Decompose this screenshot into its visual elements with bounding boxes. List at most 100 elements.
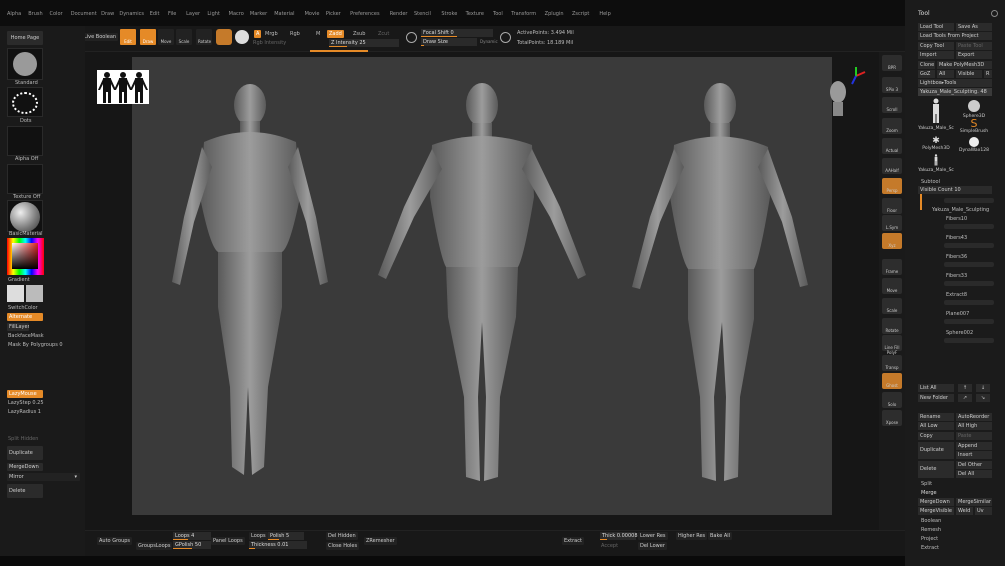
viewport-canvas[interactable]	[132, 57, 832, 515]
copy-tool-button[interactable]: Copy Tool	[918, 42, 954, 50]
visible-count-slider[interactable]: Visible Count 10	[918, 186, 992, 194]
del-hidden-button[interactable]: Del Hidden	[326, 532, 358, 540]
duplicate-subtool-button[interactable]: Duplicate	[918, 442, 954, 459]
shelf-rotate-button[interactable]: Rotate	[882, 318, 902, 334]
menu-marker[interactable]: Marker	[250, 11, 267, 17]
load-tools-from-project-button[interactable]: Load Tools From Project	[918, 32, 992, 40]
shelf-transp-button[interactable]: Transp	[882, 355, 902, 371]
subtool-visibility-toggle[interactable]	[944, 319, 994, 324]
rgb-button[interactable]: Rgb	[290, 31, 300, 37]
all-button[interactable]: All	[937, 70, 954, 78]
menu-document[interactable]: Document	[71, 11, 97, 17]
menu-stencil[interactable]: Stencil	[414, 11, 431, 17]
menu-picker[interactable]: Picker	[326, 11, 341, 17]
paste-subtool-button[interactable]: Paste	[956, 432, 992, 440]
subtool-visibility-toggle[interactable]	[944, 198, 994, 203]
menu-help[interactable]: Help	[599, 11, 610, 17]
export-button[interactable]: Export	[956, 51, 992, 59]
menu-dynamics[interactable]: Dynamics	[119, 11, 144, 17]
alpha-picker[interactable]	[7, 126, 43, 156]
del-other-button[interactable]: Del Other	[956, 461, 992, 469]
panel-loops-button[interactable]: Panel Loops	[211, 537, 245, 545]
menu-color[interactable]: Color	[50, 11, 63, 17]
menu-stroke[interactable]: Stroke	[441, 11, 457, 17]
shelf-frame-button[interactable]: Frame	[882, 259, 902, 275]
shelf-actual-button[interactable]: Actual	[882, 138, 902, 154]
delete-subtool-button[interactable]: Delete	[918, 461, 954, 478]
clone-button[interactable]: Clone	[918, 61, 935, 69]
gpolish-slider[interactable]: GPolish 50	[173, 541, 211, 549]
move-button[interactable]: Move	[158, 29, 174, 45]
extract-section[interactable]: Extract	[921, 545, 939, 551]
shelf-line-fill-polyf-button[interactable]: Line Fill PolyF	[882, 335, 902, 355]
move-up-arrow-icon[interactable]: ↑	[958, 384, 972, 392]
lower-res-button[interactable]: Lower Res	[638, 532, 668, 540]
live-boolean-button[interactable]: Live Boolean	[82, 33, 119, 41]
subtool-visibility-toggle[interactable]	[944, 243, 994, 248]
merge-similar-button[interactable]: MergeSimilar	[956, 498, 992, 506]
menu-zscript[interactable]: Zscript	[572, 11, 589, 17]
insert-button[interactable]: Insert	[956, 451, 992, 459]
lazy-radius-slider[interactable]: LazyRadius 1	[8, 409, 41, 415]
menu-alpha[interactable]: Alpha	[7, 11, 21, 17]
menu-brush[interactable]: Brush	[28, 11, 42, 17]
r-button[interactable]: R	[984, 70, 992, 78]
merge-visible-button[interactable]: MergeVisible	[918, 507, 954, 515]
del-all-button[interactable]: Del All	[956, 470, 992, 478]
menu-movie[interactable]: Movie	[305, 11, 320, 17]
import-button[interactable]: Import	[918, 51, 954, 59]
rgb-intensity-slider[interactable]: Rgb Intensity	[253, 40, 286, 46]
shelf-xyz-button[interactable]: Xyz	[882, 233, 902, 249]
menu-light[interactable]: Light	[207, 11, 219, 17]
menu-file[interactable]: File	[168, 11, 176, 17]
visible-button[interactable]: Visible	[956, 70, 982, 78]
split-hidden-button[interactable]: Split Hidden	[8, 436, 38, 442]
all-high-button[interactable]: All High	[956, 422, 992, 430]
auto-groups-button[interactable]: Auto Groups	[97, 537, 133, 545]
subtool-visibility-toggle[interactable]	[944, 262, 994, 267]
fill-layer-button[interactable]: FillLayer	[7, 323, 29, 331]
color-square[interactable]	[12, 243, 38, 269]
merge-section[interactable]: Merge	[921, 490, 937, 496]
shelf-scale-button[interactable]: Scale	[882, 298, 902, 314]
alternate-button[interactable]: Alternate	[7, 313, 43, 321]
duplicate-button[interactable]: Duplicate	[7, 446, 43, 460]
switch-color-button[interactable]: SwitchColor	[8, 305, 38, 311]
load-tool-button[interactable]: Load Tool	[918, 23, 954, 31]
shelf-zoom-button[interactable]: Zoom	[882, 118, 902, 134]
subtool-row[interactable]: Fibers43	[918, 233, 996, 251]
shelf-move-button[interactable]: Move	[882, 278, 902, 294]
move-down-arrow-icon[interactable]: ↓	[976, 384, 990, 392]
shelf-ghost-button[interactable]: Ghost	[882, 373, 902, 389]
m-button[interactable]: M	[316, 31, 320, 37]
paste-tool-button[interactable]: Paste Tool	[956, 42, 992, 50]
shelf-spix-3-button[interactable]: SPix 3	[882, 77, 902, 93]
color-picker[interactable]	[7, 238, 44, 275]
accept-button[interactable]: Accept	[601, 543, 618, 549]
subtool-visibility-toggle[interactable]	[944, 338, 994, 343]
mrgb-button[interactable]: Mrgb	[265, 31, 278, 37]
draw-button[interactable]: Draw	[140, 29, 156, 45]
subtool-header[interactable]: Subtool	[921, 179, 940, 185]
palette-options-icon[interactable]	[991, 10, 998, 17]
subtool-visibility-toggle[interactable]	[944, 224, 994, 229]
merge-down-button[interactable]: MergeDown	[7, 463, 43, 471]
mirror-dropdown[interactable]: Mirror ▾	[7, 473, 80, 481]
bake-all-button[interactable]: Bake All	[708, 532, 733, 540]
zcut-button[interactable]: Zcut	[378, 31, 389, 37]
current-tool-slider[interactable]: Yakuza_Male_Sculpting. 48	[918, 88, 992, 96]
new-folder-button[interactable]: New Folder	[918, 394, 954, 402]
lazy-step-slider[interactable]: LazyStep 0.25	[8, 400, 44, 406]
focal-shift-slider[interactable]: Focal Shift 0	[421, 29, 493, 37]
menu-macro[interactable]: Macro	[229, 11, 244, 17]
shelf-scroll-button[interactable]: Scroll	[882, 97, 902, 113]
lightbox-tools-button[interactable]: Lightbox▸Tools	[918, 79, 992, 87]
shelf-aahalf-button[interactable]: AAHalf	[882, 158, 902, 174]
menu-draw[interactable]: Draw	[101, 11, 114, 17]
material-picker[interactable]	[7, 200, 43, 232]
uv-button[interactable]: Uv	[975, 507, 992, 515]
zsub-button[interactable]: Zsub	[353, 31, 365, 37]
mask-by-polygroups-slider[interactable]: Mask By Polygroups 0	[8, 342, 63, 348]
menu-zplugin[interactable]: Zplugin	[545, 11, 564, 17]
brush-picker[interactable]	[7, 48, 43, 80]
